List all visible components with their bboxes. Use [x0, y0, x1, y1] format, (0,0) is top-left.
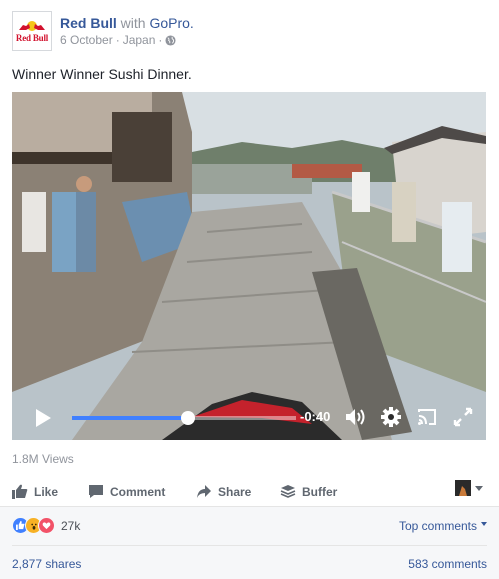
- page-name-link[interactable]: Red Bull: [60, 15, 117, 31]
- comment-icon: [89, 485, 103, 498]
- with-text: with: [120, 15, 146, 31]
- like-label: Like: [34, 484, 59, 499]
- fullscreen-icon[interactable]: [452, 406, 474, 428]
- meta-separator: ·: [115, 33, 120, 47]
- comment-label: Comment: [110, 484, 166, 499]
- page-avatar[interactable]: Red Bull: [12, 11, 52, 51]
- share-button[interactable]: Share: [196, 484, 251, 499]
- divider: [12, 545, 487, 546]
- buffer-stack-icon: [280, 485, 296, 498]
- profile-avatar: [455, 480, 471, 496]
- avatar-wordmark: Red Bull: [15, 33, 49, 43]
- reaction-summary[interactable]: 27k: [12, 517, 80, 534]
- love-reaction-icon: [38, 517, 55, 534]
- comment-count-link[interactable]: 583 comments: [408, 557, 487, 571]
- action-bar: Like Comment Share Buffer: [0, 472, 499, 510]
- top-comments-label: Top comments: [398, 519, 477, 533]
- buffer-button[interactable]: Buffer: [280, 484, 337, 499]
- video-progress-bar[interactable]: [72, 411, 296, 425]
- post-title-line: Red Bull with GoPro.: [60, 14, 194, 32]
- play-icon[interactable]: [34, 408, 52, 428]
- share-label: Share: [218, 484, 252, 499]
- share-arrow-icon: [197, 485, 211, 498]
- thumbs-up-icon: [12, 484, 28, 499]
- red-bull-logo-icon: [17, 19, 47, 33]
- buffer-label: Buffer: [302, 484, 338, 499]
- comment-button[interactable]: Comment: [88, 484, 165, 499]
- partner-link[interactable]: GoPro.: [149, 15, 193, 31]
- post-header: Red Bull Red Bull with GoPro. 6 October …: [12, 10, 194, 52]
- globe-icon[interactable]: [165, 34, 176, 46]
- video-progress-fill: [72, 416, 189, 420]
- like-button[interactable]: Like: [12, 484, 58, 499]
- remaining-time: -0:40: [300, 409, 331, 424]
- post-location-link[interactable]: Japan: [123, 32, 156, 48]
- reaction-count: 27k: [61, 518, 81, 533]
- post-meta: 6 October · Japan ·: [60, 32, 194, 48]
- header-text: Red Bull with GoPro. 6 October · Japan ·: [60, 14, 194, 48]
- share-count-link[interactable]: 2,877 shares: [12, 557, 81, 571]
- video-frame: [12, 92, 486, 440]
- video-player[interactable]: -0:40: [12, 92, 486, 440]
- settings-icon[interactable]: [380, 406, 402, 428]
- volume-icon[interactable]: [344, 406, 366, 428]
- chevron-down-icon: [481, 522, 487, 526]
- video-scrubber-handle[interactable]: [181, 411, 196, 425]
- cast-icon[interactable]: [416, 406, 438, 428]
- post-caption: Winner Winner Sushi Dinner.: [12, 66, 192, 82]
- view-count: 1.8M Views: [12, 452, 74, 466]
- video-controls: -0:40: [12, 394, 486, 440]
- post-as-selector[interactable]: [455, 480, 483, 496]
- post-date-link[interactable]: 6 October: [60, 32, 113, 48]
- meta-separator: ·: [158, 33, 163, 47]
- top-comments-selector[interactable]: Top comments: [399, 519, 487, 533]
- chevron-down-icon: [475, 485, 483, 491]
- reactions-section: 27k Top comments 2,877 shares 583 commen…: [0, 506, 499, 579]
